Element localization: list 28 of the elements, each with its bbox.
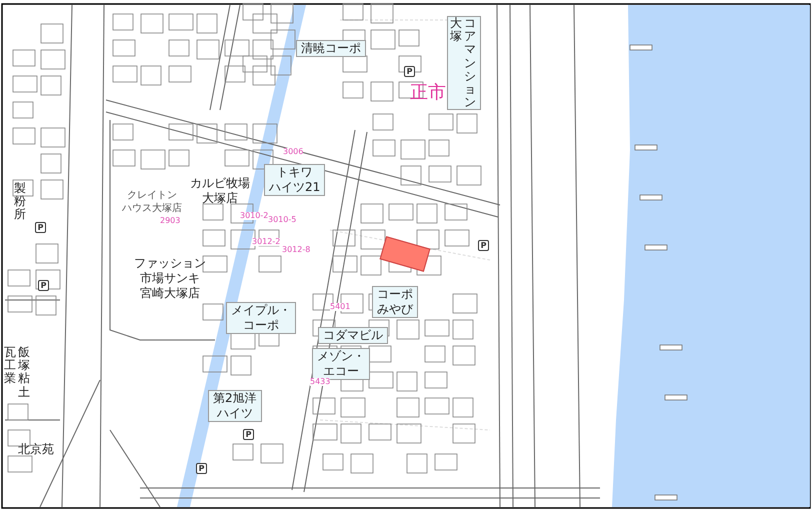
landmark-label: 正市	[410, 84, 446, 102]
building-label: 製粉所	[14, 182, 27, 222]
lot-number: 3012-2	[252, 238, 280, 246]
parking-mark: P	[243, 429, 254, 440]
building-label: ファッション 市場サンキ 宮崎大塚店	[134, 256, 206, 301]
building-label: トキワ ハイツ21	[264, 164, 326, 196]
lot-number: 3010-2	[240, 212, 268, 220]
lot-number: 3010-5	[268, 216, 296, 224]
building-label: 大塚 コアマンション	[447, 16, 481, 110]
building-label: コダマビル	[318, 327, 388, 344]
building-label: 清暁コーポ	[296, 40, 366, 57]
building-label: メイプル・ コーポ	[226, 302, 296, 334]
lot-number: 3006	[283, 148, 304, 156]
building-label: コーポ みやび	[372, 286, 418, 318]
building-label: 第2旭洋 ハイツ	[208, 390, 262, 422]
building-label: クレイトン ハウス大塚店	[122, 190, 182, 215]
parking-mark: P	[38, 280, 49, 291]
parking-mark: P	[404, 66, 415, 77]
building-label: 北京苑	[18, 442, 54, 457]
lot-number: 5401	[330, 303, 350, 311]
building-label: 瓦工業 飯塚粘土	[4, 346, 31, 399]
parking-mark: P	[478, 240, 489, 251]
parking-mark: P	[35, 222, 46, 233]
building-label: カルビ牧場 大塚店	[190, 176, 250, 206]
lot-number: 5433	[310, 378, 330, 386]
lot-number: 3012-8	[282, 246, 310, 254]
lot-number: 2903	[160, 217, 180, 225]
parking-mark: P	[196, 463, 207, 474]
